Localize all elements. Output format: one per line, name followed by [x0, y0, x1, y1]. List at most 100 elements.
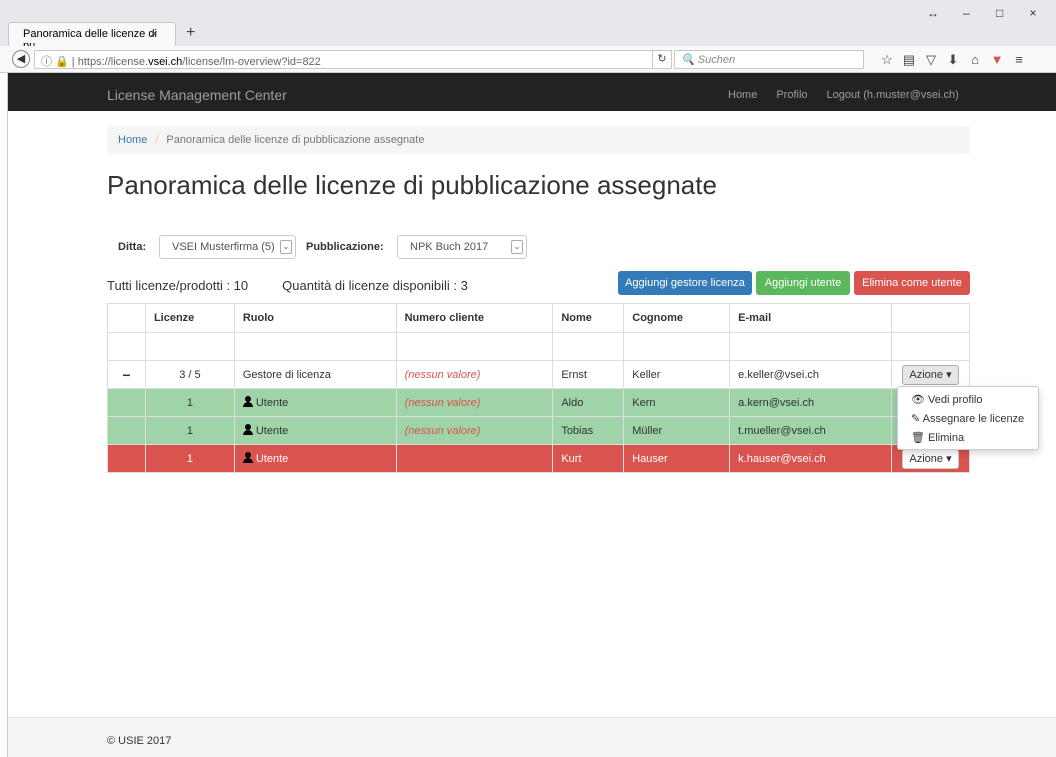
azione-button[interactable]: Azione ▾ [902, 364, 959, 385]
reload-icon[interactable]: ↻ [652, 50, 672, 69]
collapse-toggle[interactable]: − [107, 360, 146, 389]
table-row: − 3 / 5 Gestore di licenza (nessun valor… [107, 360, 971, 389]
action-cell: Azione ▾ [890, 360, 971, 389]
pocket-icon[interactable]: ▽ [920, 52, 942, 68]
reading-list-icon[interactable]: ▤ [898, 52, 920, 68]
eye-icon: 👁 [911, 394, 929, 406]
pubblicazione-select[interactable]: NPK Buch 2017 ⌄ [397, 235, 527, 259]
shield-icon[interactable]: ▼ [986, 52, 1008, 67]
ditta-select[interactable]: VSEI Musterfirma (5) ⌄ [159, 235, 296, 259]
nav-profile[interactable]: Profilo [776, 89, 807, 101]
table-row: 1 Utente (nessun valore) Aldo Kern a.ker… [107, 388, 971, 417]
email-cell: k.hauser@vsei.ch [729, 444, 892, 473]
filter-cell[interactable] [552, 332, 625, 361]
cognome-cell: Keller [623, 360, 731, 389]
column-header-cognome[interactable]: Cognome [623, 303, 731, 333]
menu-item-view-profile[interactable]: 👁 Vedi profilo [898, 391, 1038, 410]
chevron-down-icon: ⌄ [511, 240, 523, 254]
license-counts: Tutti licenze/prodotti : 10 Quantità di l… [107, 278, 502, 293]
nav-logout[interactable]: Logout (h.muster@vsei.ch) [827, 89, 959, 101]
add-license-manager-button[interactable]: Aggiungi gestore licenza [618, 271, 752, 295]
column-header-email[interactable]: E-mail [729, 303, 892, 333]
window-controls: ↔ – □ × [918, 6, 1048, 20]
breadcrumb-current: Panoramica delle licenze di pubblicazion… [166, 134, 425, 146]
toolbar-icons: ☆ ▤ ▽ ⬇ ⌂ ▼ ≡ [876, 52, 1030, 68]
menu-icon[interactable]: ≡ [1008, 52, 1030, 67]
available-licenses: Quantità di licenze disponibili : 3 [282, 278, 468, 293]
breadcrumb-home[interactable]: Home [118, 134, 147, 146]
bookmark-star-icon[interactable]: ☆ [876, 52, 898, 68]
pencil-icon: ✎ [911, 413, 923, 425]
nav-links: Home Profilo Logout (h.muster@vsei.ch) [728, 89, 978, 101]
search-input[interactable]: 🔍 Suchen [674, 50, 864, 69]
nome-cell: Kurt [552, 444, 625, 473]
pubblicazione-label: Pubblicazione: [306, 241, 384, 253]
nome-cell: Ernst [552, 360, 625, 389]
user-icon [242, 396, 253, 407]
azione-dropdown-menu: 👁 Vedi profilo ✎ Assegnare le licenze 🗑 … [897, 386, 1039, 450]
chevron-down-icon: ⌄ [280, 240, 292, 254]
column-header [890, 303, 971, 333]
table-header-row: Licenze Ruolo Numero cliente Nome Cognom… [107, 303, 971, 333]
trash-icon: 🗑 [911, 432, 929, 444]
table-row: 1 Utente (nessun valore) Tobias Müller t… [107, 416, 971, 445]
url-bar[interactable]: ⓘ 🔒 | https://license.vsei.ch/license/lm… [34, 50, 666, 69]
minimize-icon[interactable]: – [951, 6, 981, 20]
licenze-cell: 3 / 5 [144, 360, 235, 389]
remove-user-button[interactable]: Elimina come utente [854, 271, 970, 295]
new-tab-icon[interactable]: + [186, 24, 195, 42]
user-icon [242, 452, 253, 463]
ruolo-cell: Gestore di licenza [233, 360, 397, 389]
maximize-icon[interactable]: □ [985, 6, 1015, 20]
column-header [107, 303, 146, 333]
filter-cell[interactable] [729, 332, 892, 361]
email-cell: e.keller@vsei.ch [729, 360, 892, 389]
tab-close-icon[interactable]: × [150, 26, 158, 41]
nome-cell: Aldo [552, 388, 625, 417]
email-cell: t.mueller@vsei.ch [729, 416, 892, 445]
breadcrumb: Home / Panoramica delle licenze di pubblic… [107, 126, 970, 154]
azione-button[interactable]: Azione ▾ [902, 448, 959, 469]
breadcrumb-separator: / [155, 134, 159, 146]
close-icon[interactable]: × [1018, 6, 1048, 20]
menu-item-delete[interactable]: 🗑 Elimina [898, 429, 1038, 448]
licenses-table: Licenze Ruolo Numero cliente Nome Cognom… [107, 303, 971, 473]
filter-cell[interactable] [623, 332, 731, 361]
add-user-button[interactable]: Aggiungi utente [756, 271, 850, 295]
ruolo-cell: Utente [233, 416, 397, 445]
column-header-ruolo[interactable]: Ruolo [233, 303, 397, 333]
restore-icon[interactable]: ↔ [918, 6, 948, 20]
ruolo-cell: Utente [233, 388, 397, 417]
licenze-cell: 1 [144, 444, 235, 473]
column-header-licenze[interactable]: Licenze [144, 303, 235, 333]
licenze-cell: 1 [144, 388, 235, 417]
nome-cell: Tobias [552, 416, 625, 445]
column-header-nome[interactable]: Nome [552, 303, 625, 333]
download-icon[interactable]: ⬇ [942, 52, 964, 68]
table-row: 1 Utente Kurt Hauser k.hauser@vsei.ch Az… [107, 444, 971, 473]
filter-cell[interactable] [395, 332, 554, 361]
cognome-cell: Hauser [623, 444, 731, 473]
numero-cell: (nessun valore) [395, 360, 554, 389]
cognome-cell: Kern [623, 388, 731, 417]
filter-row [107, 332, 971, 361]
app-brand[interactable]: License Management Center [107, 87, 287, 103]
window-left-border [0, 73, 8, 757]
back-arrow-icon[interactable]: ◀ [12, 50, 30, 68]
ditta-label: Ditta: [118, 241, 147, 253]
footer-copyright: © USIE 2017 [107, 735, 172, 747]
numero-cell [395, 444, 554, 473]
column-header-numero[interactable]: Numero cliente [395, 303, 554, 333]
filter-cell[interactable] [233, 332, 397, 361]
page-title: Panoramica delle licenze di pubblicazion… [107, 170, 717, 200]
email-cell: a.kern@vsei.ch [729, 388, 892, 417]
filter-cell[interactable] [144, 332, 235, 361]
numero-cell: (nessun valore) [395, 416, 554, 445]
user-icon [242, 424, 253, 435]
ruolo-cell: Utente [233, 444, 397, 473]
search-icon: 🔍 [681, 54, 698, 66]
numero-cell: (nessun valore) [395, 388, 554, 417]
home-icon[interactable]: ⌂ [964, 52, 986, 67]
nav-home[interactable]: Home [728, 89, 757, 101]
menu-item-assign-licenses[interactable]: ✎ Assegnare le licenze [898, 410, 1038, 429]
